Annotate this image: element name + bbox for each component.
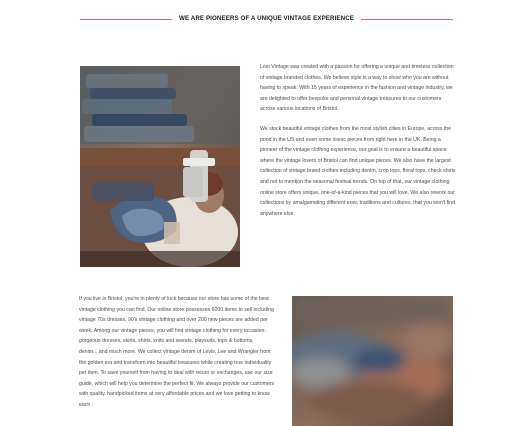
heading-rule-right: [361, 18, 454, 20]
tailor-sewing-photo-illustration: [80, 66, 240, 267]
section-heading-row: WE ARE PIONEERS OF A UNIQUE VINTAGE EXPE…: [80, 13, 454, 25]
intro-text-block: Lost Vintage was created with a passion …: [260, 62, 456, 219]
section-heading: WE ARE PIONEERS OF A UNIQUE VINTAGE EXPE…: [179, 14, 355, 22]
blurred-fabric-photo-illustration: [292, 296, 453, 426]
intro-paragraph-2: We stock beautiful vintage clothes from …: [260, 125, 456, 217]
tailor-sewing-photo: [80, 66, 240, 267]
heading-rule-left: [80, 18, 172, 20]
intro-paragraph-1: Lost Vintage was created with a passion …: [260, 64, 454, 113]
bristol-paragraph: If you live in Bristol, you're in plenty…: [79, 296, 275, 408]
blurred-fabric-photo: [292, 296, 453, 426]
bristol-text-block: If you live in Bristol, you're in plenty…: [79, 294, 279, 411]
